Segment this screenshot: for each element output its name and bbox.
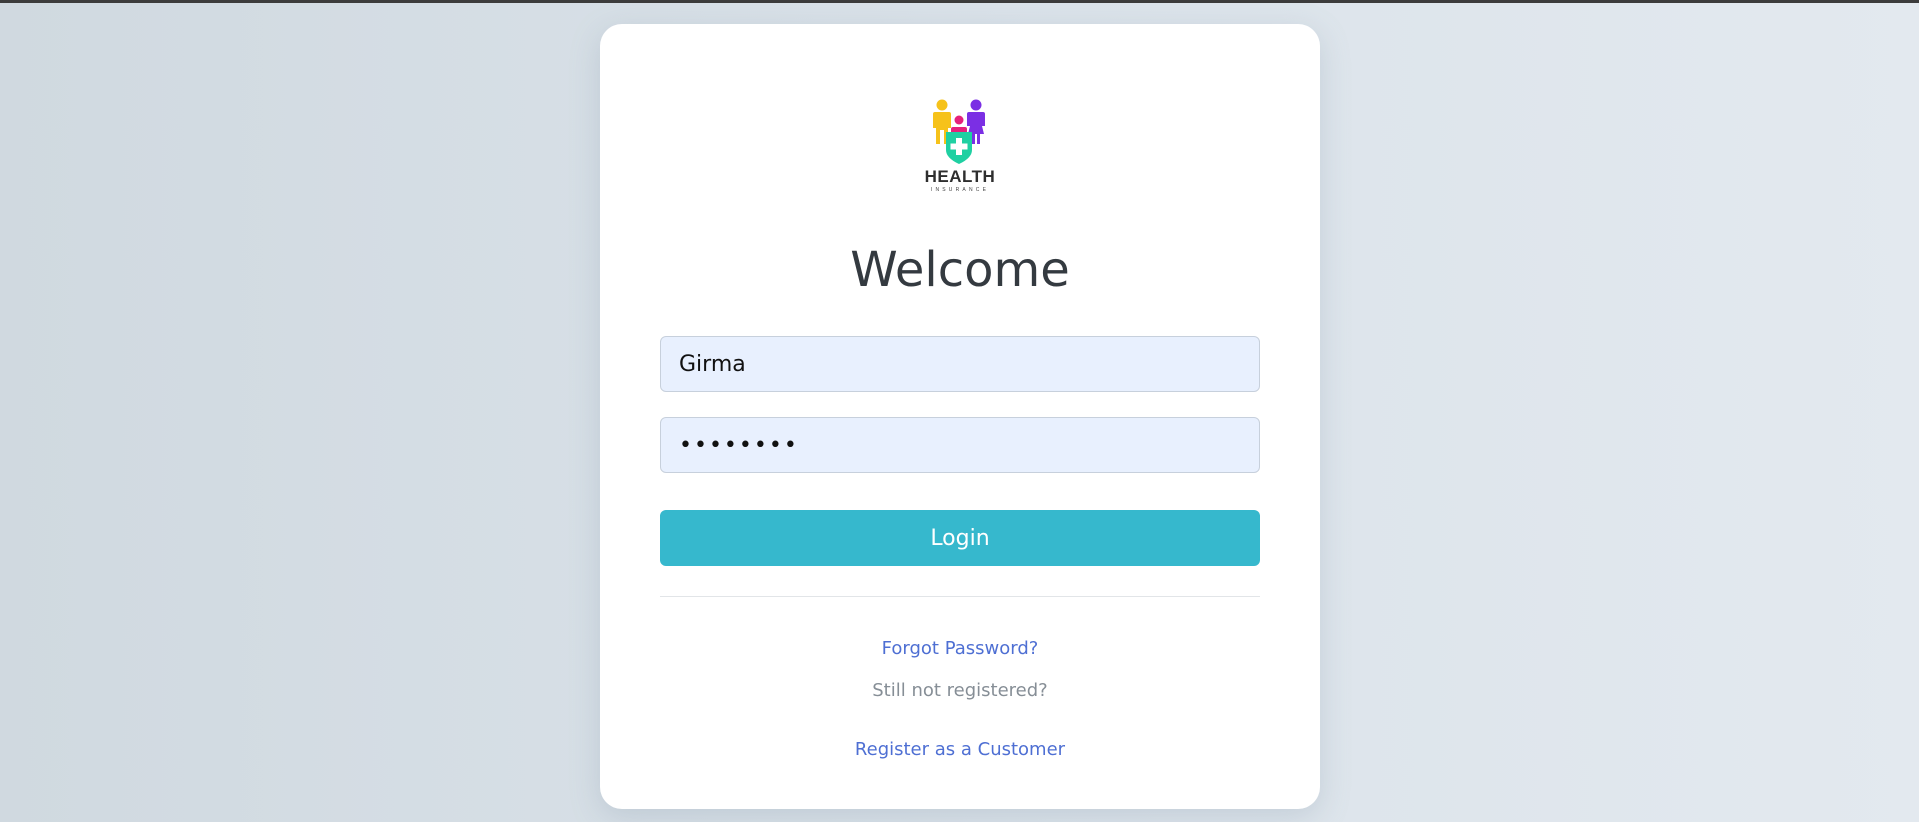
forgot-password-link[interactable]: Forgot Password? bbox=[882, 638, 1039, 659]
browser-top-strip bbox=[0, 0, 1919, 3]
logo-tagline: INSURANCE bbox=[930, 187, 990, 193]
forgot-password-row: Forgot Password? bbox=[600, 638, 1320, 659]
welcome-heading: Welcome bbox=[850, 242, 1070, 298]
login-card: HEALTH INSURANCE Welcome Login Forgot Pa… bbox=[600, 24, 1320, 809]
register-row: Register as a Customer bbox=[600, 739, 1320, 760]
logo-wordmark: HEALTH bbox=[924, 167, 996, 186]
still-not-registered-text: Still not registered? bbox=[872, 680, 1048, 701]
divider bbox=[660, 596, 1260, 597]
username-input[interactable] bbox=[660, 336, 1260, 392]
register-link[interactable]: Register as a Customer bbox=[855, 739, 1065, 760]
password-input[interactable] bbox=[660, 417, 1260, 473]
login-button[interactable]: Login bbox=[660, 510, 1260, 566]
